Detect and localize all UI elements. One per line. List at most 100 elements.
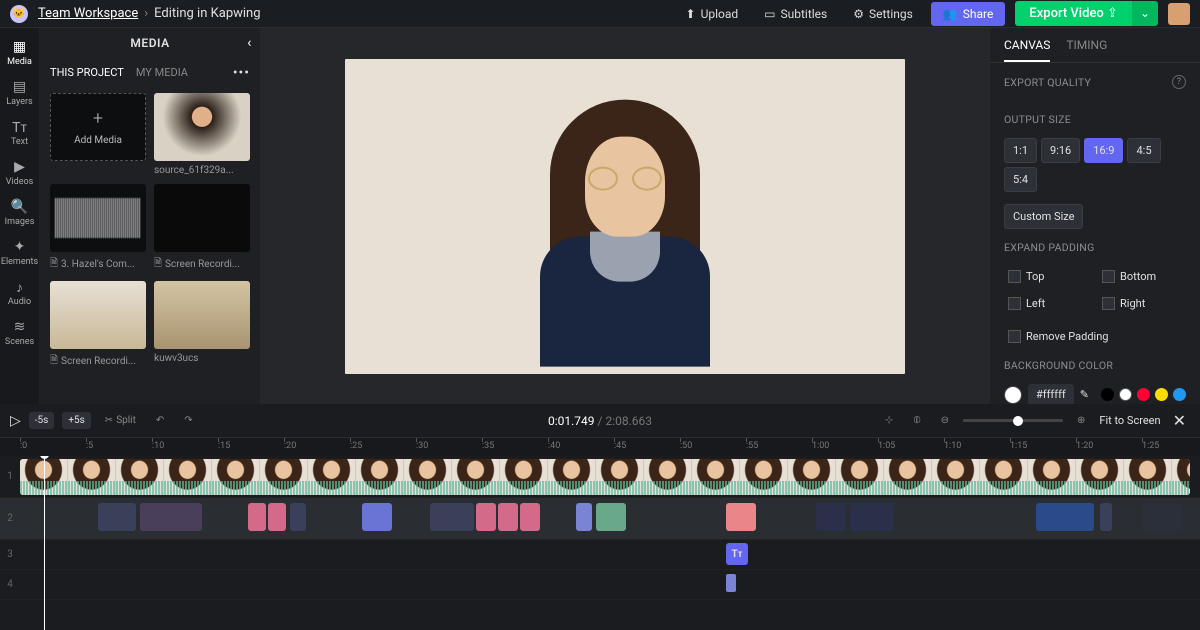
- bg-hex-input[interactable]: #ffffff: [1028, 384, 1074, 404]
- rail-text[interactable]: TᴛText: [0, 114, 40, 152]
- canvas-area[interactable]: [260, 28, 990, 404]
- ratio-4-5[interactable]: 4:5: [1127, 138, 1160, 163]
- undo-button[interactable]: ↶: [150, 412, 170, 429]
- images-icon: 🔍: [12, 199, 28, 215]
- clip[interactable]: [248, 503, 266, 531]
- checkbox-icon: [1008, 297, 1021, 310]
- gear-icon: ⚙: [853, 7, 864, 21]
- rail-images[interactable]: 🔍Images: [0, 194, 40, 232]
- share-button[interactable]: 👥Share: [931, 2, 1006, 26]
- output-size-label: OUTPUT SIZE: [1004, 113, 1186, 126]
- ratio-5-4[interactable]: 5:4: [1004, 167, 1037, 192]
- clip[interactable]: [498, 503, 518, 531]
- workspace-link[interactable]: Team Workspace: [38, 6, 138, 21]
- export-button[interactable]: Export Video ⇪: [1015, 1, 1132, 26]
- help-icon[interactable]: ?: [1172, 75, 1186, 89]
- pad-left[interactable]: Left: [1004, 293, 1092, 314]
- media-item[interactable]: source_61f329a...: [154, 93, 250, 176]
- eyedropper-icon[interactable]: ✎: [1080, 388, 1089, 401]
- zoom-slider[interactable]: [963, 419, 1063, 422]
- clip[interactable]: [850, 503, 894, 531]
- upload-button[interactable]: ⬆Upload: [678, 3, 747, 25]
- video-clip[interactable]: [20, 459, 1190, 495]
- media-item[interactable]: 🗎Screen Recordi...: [50, 281, 146, 370]
- subtitles-button[interactable]: ▭Subtitles: [756, 3, 835, 25]
- clip[interactable]: [362, 503, 392, 531]
- clip[interactable]: [290, 503, 306, 531]
- export-dropdown[interactable]: ⌄: [1132, 1, 1158, 26]
- custom-size-button[interactable]: Custom Size: [1004, 204, 1083, 229]
- track-label: 2: [0, 513, 20, 524]
- collapse-panel-button[interactable]: ‹: [247, 35, 252, 51]
- tab-timing[interactable]: TIMING: [1066, 38, 1107, 62]
- scissors-icon: ✂: [105, 415, 113, 426]
- app-logo[interactable]: 🐱: [10, 5, 28, 23]
- clip[interactable]: [476, 503, 496, 531]
- ruler-tick: 1:05: [878, 441, 895, 451]
- ratio-1-1[interactable]: 1:1: [1004, 138, 1037, 163]
- swatch-blue[interactable]: [1173, 388, 1186, 401]
- swatch-white[interactable]: [1119, 388, 1132, 401]
- pad-bottom[interactable]: Bottom: [1098, 266, 1186, 287]
- bg-swatch[interactable]: [1004, 386, 1022, 404]
- rail-media[interactable]: ▦Media: [0, 34, 40, 72]
- redo-button[interactable]: ↷: [178, 412, 198, 429]
- clip[interactable]: [1100, 503, 1112, 531]
- forward-5s-button[interactable]: +5s: [62, 412, 90, 429]
- clip[interactable]: [816, 503, 846, 531]
- clip[interactable]: [1036, 503, 1094, 531]
- text-clip[interactable]: Tᴛ: [726, 543, 748, 565]
- ratio-9-16[interactable]: 9:16: [1041, 138, 1080, 163]
- ruler-tick: :50: [680, 441, 692, 451]
- ruler-tick: :30: [416, 441, 428, 451]
- swatch-yellow[interactable]: [1155, 388, 1168, 401]
- pad-right[interactable]: Right: [1098, 293, 1186, 314]
- rail-layers[interactable]: ▤Layers: [0, 74, 40, 112]
- swatch-black[interactable]: [1101, 388, 1114, 401]
- zoom-out-button[interactable]: ⊖: [935, 412, 955, 429]
- clip[interactable]: [596, 503, 626, 531]
- mirror-button[interactable]: ⦶: [907, 412, 926, 429]
- clip[interactable]: [98, 503, 136, 531]
- fit-to-screen-button[interactable]: Fit to Screen: [1099, 414, 1160, 427]
- clip[interactable]: [576, 503, 592, 531]
- clip[interactable]: [1142, 503, 1182, 531]
- clip[interactable]: [520, 503, 540, 531]
- settings-button[interactable]: ⚙Settings: [845, 3, 921, 25]
- clip[interactable]: [140, 503, 202, 531]
- video-preview[interactable]: [345, 59, 905, 374]
- rail-scenes[interactable]: ≋Scenes: [0, 314, 40, 352]
- playhead[interactable]: [44, 456, 45, 630]
- timeline-ruler[interactable]: :0:5:10:15:20:25:30:35:40:45:50:551:001:…: [0, 438, 1200, 456]
- ruler-tick: :55: [746, 441, 758, 451]
- media-item[interactable]: 🗎Screen Recordi...: [154, 184, 250, 273]
- media-more-button[interactable]: •••: [233, 65, 250, 81]
- tab-my-media[interactable]: MY MEDIA: [136, 62, 188, 83]
- remove-padding[interactable]: Remove Padding: [1004, 326, 1186, 347]
- rail-audio[interactable]: ♪Audio: [0, 274, 40, 312]
- swatch-red[interactable]: [1137, 388, 1150, 401]
- snap-button[interactable]: ⊹: [879, 412, 899, 429]
- user-avatar[interactable]: [1168, 3, 1190, 25]
- close-timeline-button[interactable]: ✕: [1169, 411, 1190, 430]
- ruler-tick: :20: [284, 441, 296, 451]
- clip[interactable]: [726, 503, 756, 531]
- rail-videos[interactable]: ▶Videos: [0, 154, 40, 192]
- track-label: 4: [0, 579, 20, 590]
- back-5s-button[interactable]: -5s: [29, 412, 55, 429]
- pad-top[interactable]: Top: [1004, 266, 1092, 287]
- clip[interactable]: [726, 574, 736, 592]
- media-item[interactable]: kuwv3ucs: [154, 281, 250, 370]
- tab-canvas[interactable]: CANVAS: [1004, 38, 1050, 62]
- timeline-tracks[interactable]: 1 2 3 Tᴛ 4: [0, 456, 1200, 630]
- clip[interactable]: [430, 503, 474, 531]
- add-media-button[interactable]: +Add Media: [50, 93, 146, 176]
- ratio-16-9[interactable]: 16:9: [1084, 138, 1123, 163]
- play-button[interactable]: ▷: [10, 413, 21, 429]
- clip[interactable]: [268, 503, 286, 531]
- split-button[interactable]: ✂Split: [99, 412, 142, 429]
- media-item[interactable]: 🗎3. Hazel's Com...: [50, 184, 146, 273]
- zoom-in-button[interactable]: ⊕: [1071, 412, 1091, 429]
- tab-this-project[interactable]: THIS PROJECT: [50, 62, 124, 83]
- rail-elements[interactable]: ✦Elements: [0, 234, 40, 272]
